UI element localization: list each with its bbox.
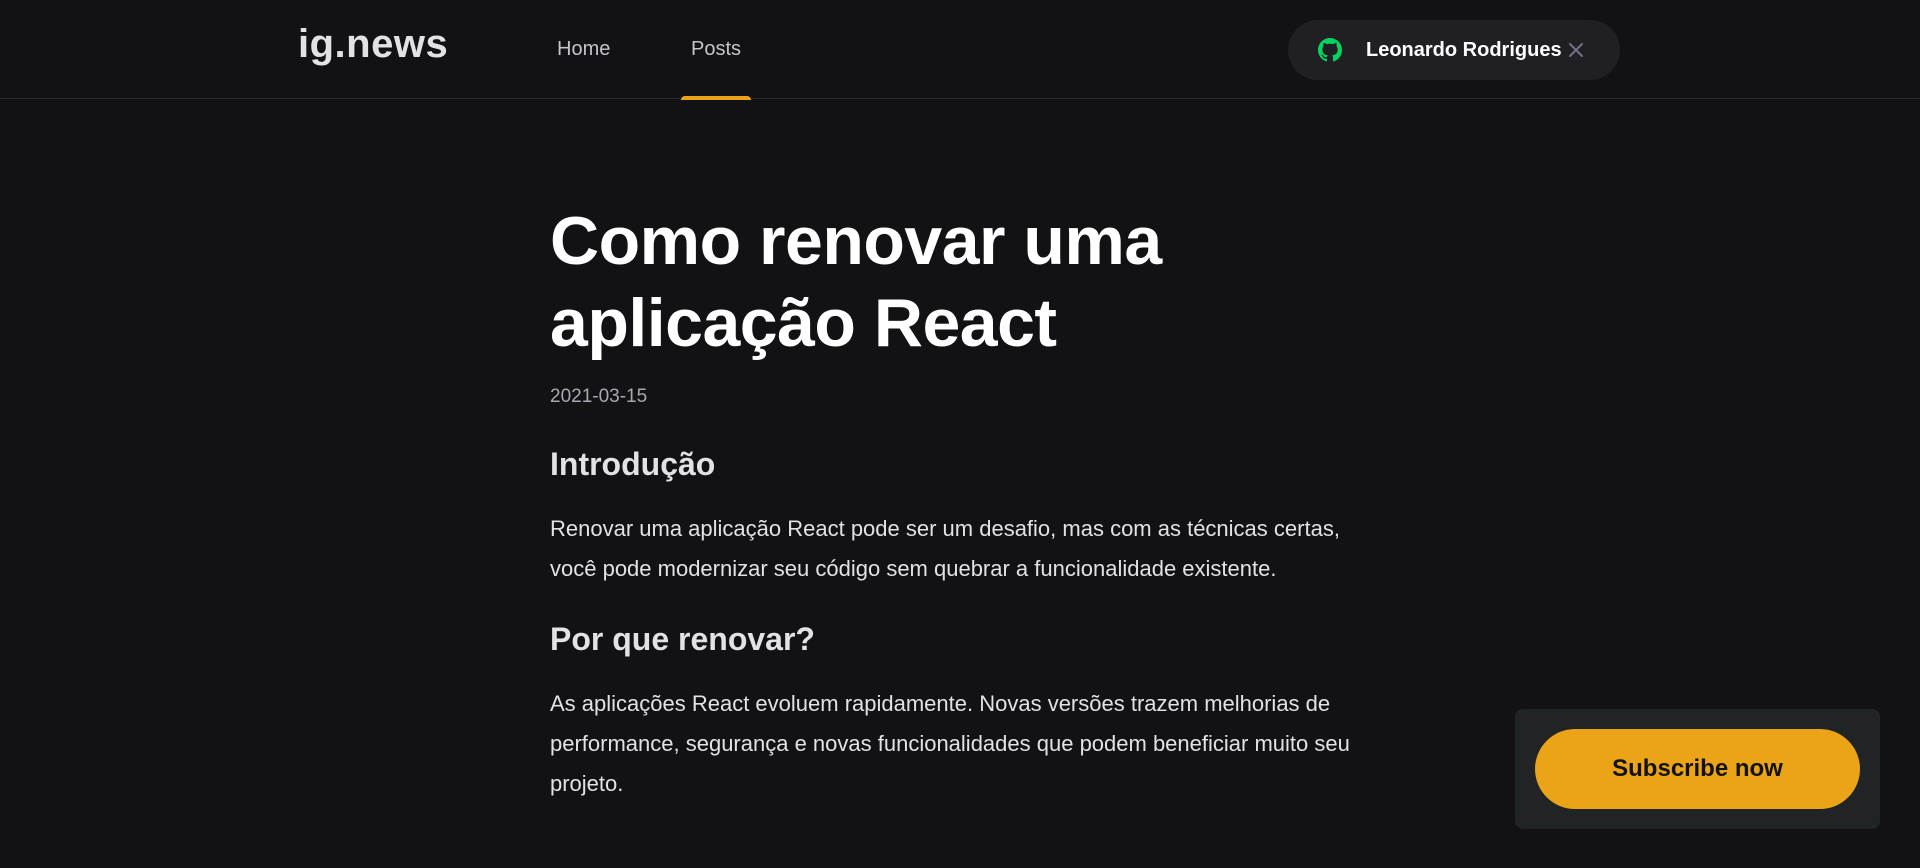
post-article: Como renovar uma aplicação React 2021-03…	[550, 200, 1380, 804]
close-icon[interactable]	[1566, 40, 1586, 60]
post-date: 2021-03-15	[550, 386, 648, 407]
nav-posts-label: Posts	[691, 38, 742, 60]
section-heading-introducao: Introdução	[550, 446, 716, 482]
section-heading-por-que-renovar: Por que renovar?	[550, 621, 815, 657]
active-nav-indicator	[681, 96, 752, 100]
nav-posts-link[interactable]: Posts	[681, 0, 752, 100]
github-icon	[1318, 38, 1342, 62]
site-header: ig.news Home Posts Leonardo Rodrigues	[0, 0, 1920, 100]
site-logo[interactable]: ig.news	[298, 22, 448, 67]
subscribe-cta-box: Subscribe now	[1515, 709, 1880, 829]
signed-in-user-button[interactable]: Leonardo Rodrigues	[1288, 20, 1620, 80]
section-paragraph-por-que-renovar: As aplicações React evoluem rapidamente.…	[550, 691, 1350, 796]
post-title-line-2: aplicação React	[550, 285, 1057, 361]
nav-home-link[interactable]: Home	[557, 0, 610, 99]
subscribe-button[interactable]: Subscribe now	[1535, 729, 1860, 809]
section-paragraph-introducao: Renovar uma aplicação React pode ser um …	[550, 516, 1340, 581]
user-name: Leonardo Rodrigues	[1366, 39, 1562, 61]
post-title: Como renovar uma aplicação React	[550, 200, 1380, 364]
post-title-line-1: Como renovar uma	[550, 203, 1162, 279]
